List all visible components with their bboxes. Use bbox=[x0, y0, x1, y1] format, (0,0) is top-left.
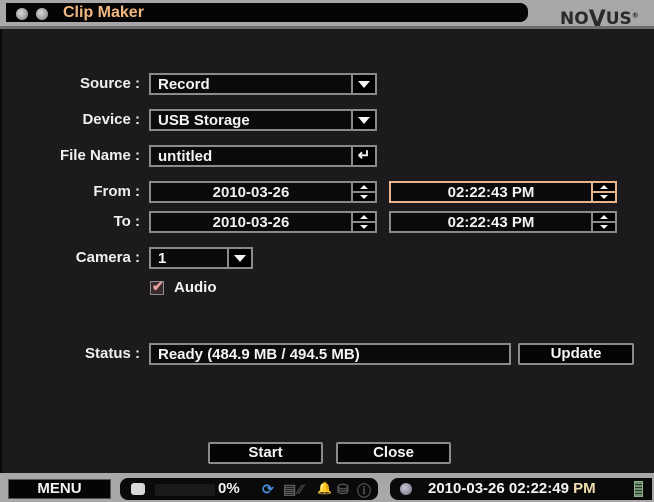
window-button-icon[interactable] bbox=[36, 8, 48, 20]
spin-down-icon[interactable] bbox=[353, 223, 375, 231]
hdd-stack-icon: ▤ bbox=[283, 481, 297, 497]
device-label: Device : bbox=[82, 111, 140, 128]
source-label: Source : bbox=[79, 75, 140, 92]
spin-down-icon[interactable] bbox=[353, 193, 375, 201]
spin-down-icon[interactable] bbox=[593, 193, 615, 201]
clock: 2010-03-26 02:22:49 PM bbox=[428, 480, 596, 497]
spin-up-icon[interactable] bbox=[593, 213, 615, 223]
from-label: From : bbox=[93, 183, 140, 200]
to-label: To : bbox=[113, 213, 140, 230]
spin-up-icon[interactable] bbox=[353, 183, 375, 193]
clock-datetime: 2010-03-26 02:22:49 bbox=[428, 480, 569, 497]
source-value: Record bbox=[158, 76, 210, 93]
warning-icon: ⓘ bbox=[357, 483, 371, 499]
audio-label: Audio bbox=[174, 279, 217, 296]
progress-bar bbox=[155, 484, 215, 496]
sync-icon: ⟳ bbox=[262, 481, 274, 497]
file-name-input[interactable]: untitled ↵ bbox=[149, 145, 377, 167]
status-indicator-icon bbox=[400, 483, 412, 495]
window-button-icon[interactable] bbox=[16, 8, 28, 20]
progress-percent: 0% bbox=[218, 480, 240, 497]
to-time-spinner[interactable]: 02:22:43 PM bbox=[389, 211, 617, 233]
status-field: Ready (484.9 MB / 494.5 MB) bbox=[149, 343, 511, 365]
window-title: Clip Maker bbox=[63, 4, 144, 21]
time-spinner-buttons[interactable] bbox=[591, 183, 615, 201]
device-dropdown[interactable]: USB Storage bbox=[149, 109, 377, 131]
to-time-value: 02:22:43 PM bbox=[447, 214, 535, 231]
status-label: Status : bbox=[84, 345, 140, 362]
time-spinner-buttons[interactable] bbox=[591, 213, 615, 231]
status-value: Ready (484.9 MB / 494.5 MB) bbox=[158, 346, 360, 363]
enter-icon[interactable]: ↵ bbox=[351, 147, 375, 165]
camera-value: 1 bbox=[158, 250, 167, 267]
from-time-spinner[interactable]: 02:22:43 PM bbox=[389, 181, 617, 203]
chevron-down-icon[interactable] bbox=[351, 75, 375, 93]
source-dropdown[interactable]: Record bbox=[149, 73, 377, 95]
camera-label: Camera : bbox=[75, 249, 140, 266]
from-date-value: 2010-03-26 bbox=[212, 184, 290, 201]
spin-up-icon[interactable] bbox=[593, 183, 615, 193]
from-time-value: 02:22:43 PM bbox=[447, 184, 535, 201]
device-value: USB Storage bbox=[158, 112, 250, 129]
disk-icon bbox=[131, 483, 145, 495]
storage-icon: ⛁ bbox=[337, 481, 349, 497]
update-button[interactable]: Update bbox=[518, 343, 634, 365]
date-spinner-buttons[interactable] bbox=[351, 183, 375, 201]
title-separator bbox=[0, 26, 654, 29]
from-date-spinner[interactable]: 2010-03-26 bbox=[149, 181, 377, 203]
spin-up-icon[interactable] bbox=[353, 213, 375, 223]
alarm-bell-icon: 🔔 bbox=[317, 481, 332, 495]
battery-icon bbox=[634, 481, 643, 497]
date-spinner-buttons[interactable] bbox=[351, 213, 375, 231]
close-button[interactable]: Close bbox=[336, 442, 451, 464]
file-name-value: untitled bbox=[158, 148, 213, 165]
spin-down-icon[interactable] bbox=[593, 223, 615, 231]
to-date-spinner[interactable]: 2010-03-26 bbox=[149, 211, 377, 233]
network-off-icon: ⁄⁄ bbox=[298, 481, 303, 497]
chevron-down-icon[interactable] bbox=[227, 249, 251, 267]
file-name-label: File Name : bbox=[59, 147, 140, 164]
clock-ampm: PM bbox=[573, 480, 596, 497]
to-date-value: 2010-03-26 bbox=[212, 214, 290, 231]
start-button[interactable]: Start bbox=[208, 442, 323, 464]
chevron-down-icon[interactable] bbox=[351, 111, 375, 129]
camera-dropdown[interactable]: 1 bbox=[149, 247, 253, 269]
menu-button[interactable]: MENU bbox=[8, 479, 111, 499]
audio-checkbox[interactable]: ✔ bbox=[150, 278, 164, 295]
check-icon: ✔ bbox=[152, 278, 164, 294]
